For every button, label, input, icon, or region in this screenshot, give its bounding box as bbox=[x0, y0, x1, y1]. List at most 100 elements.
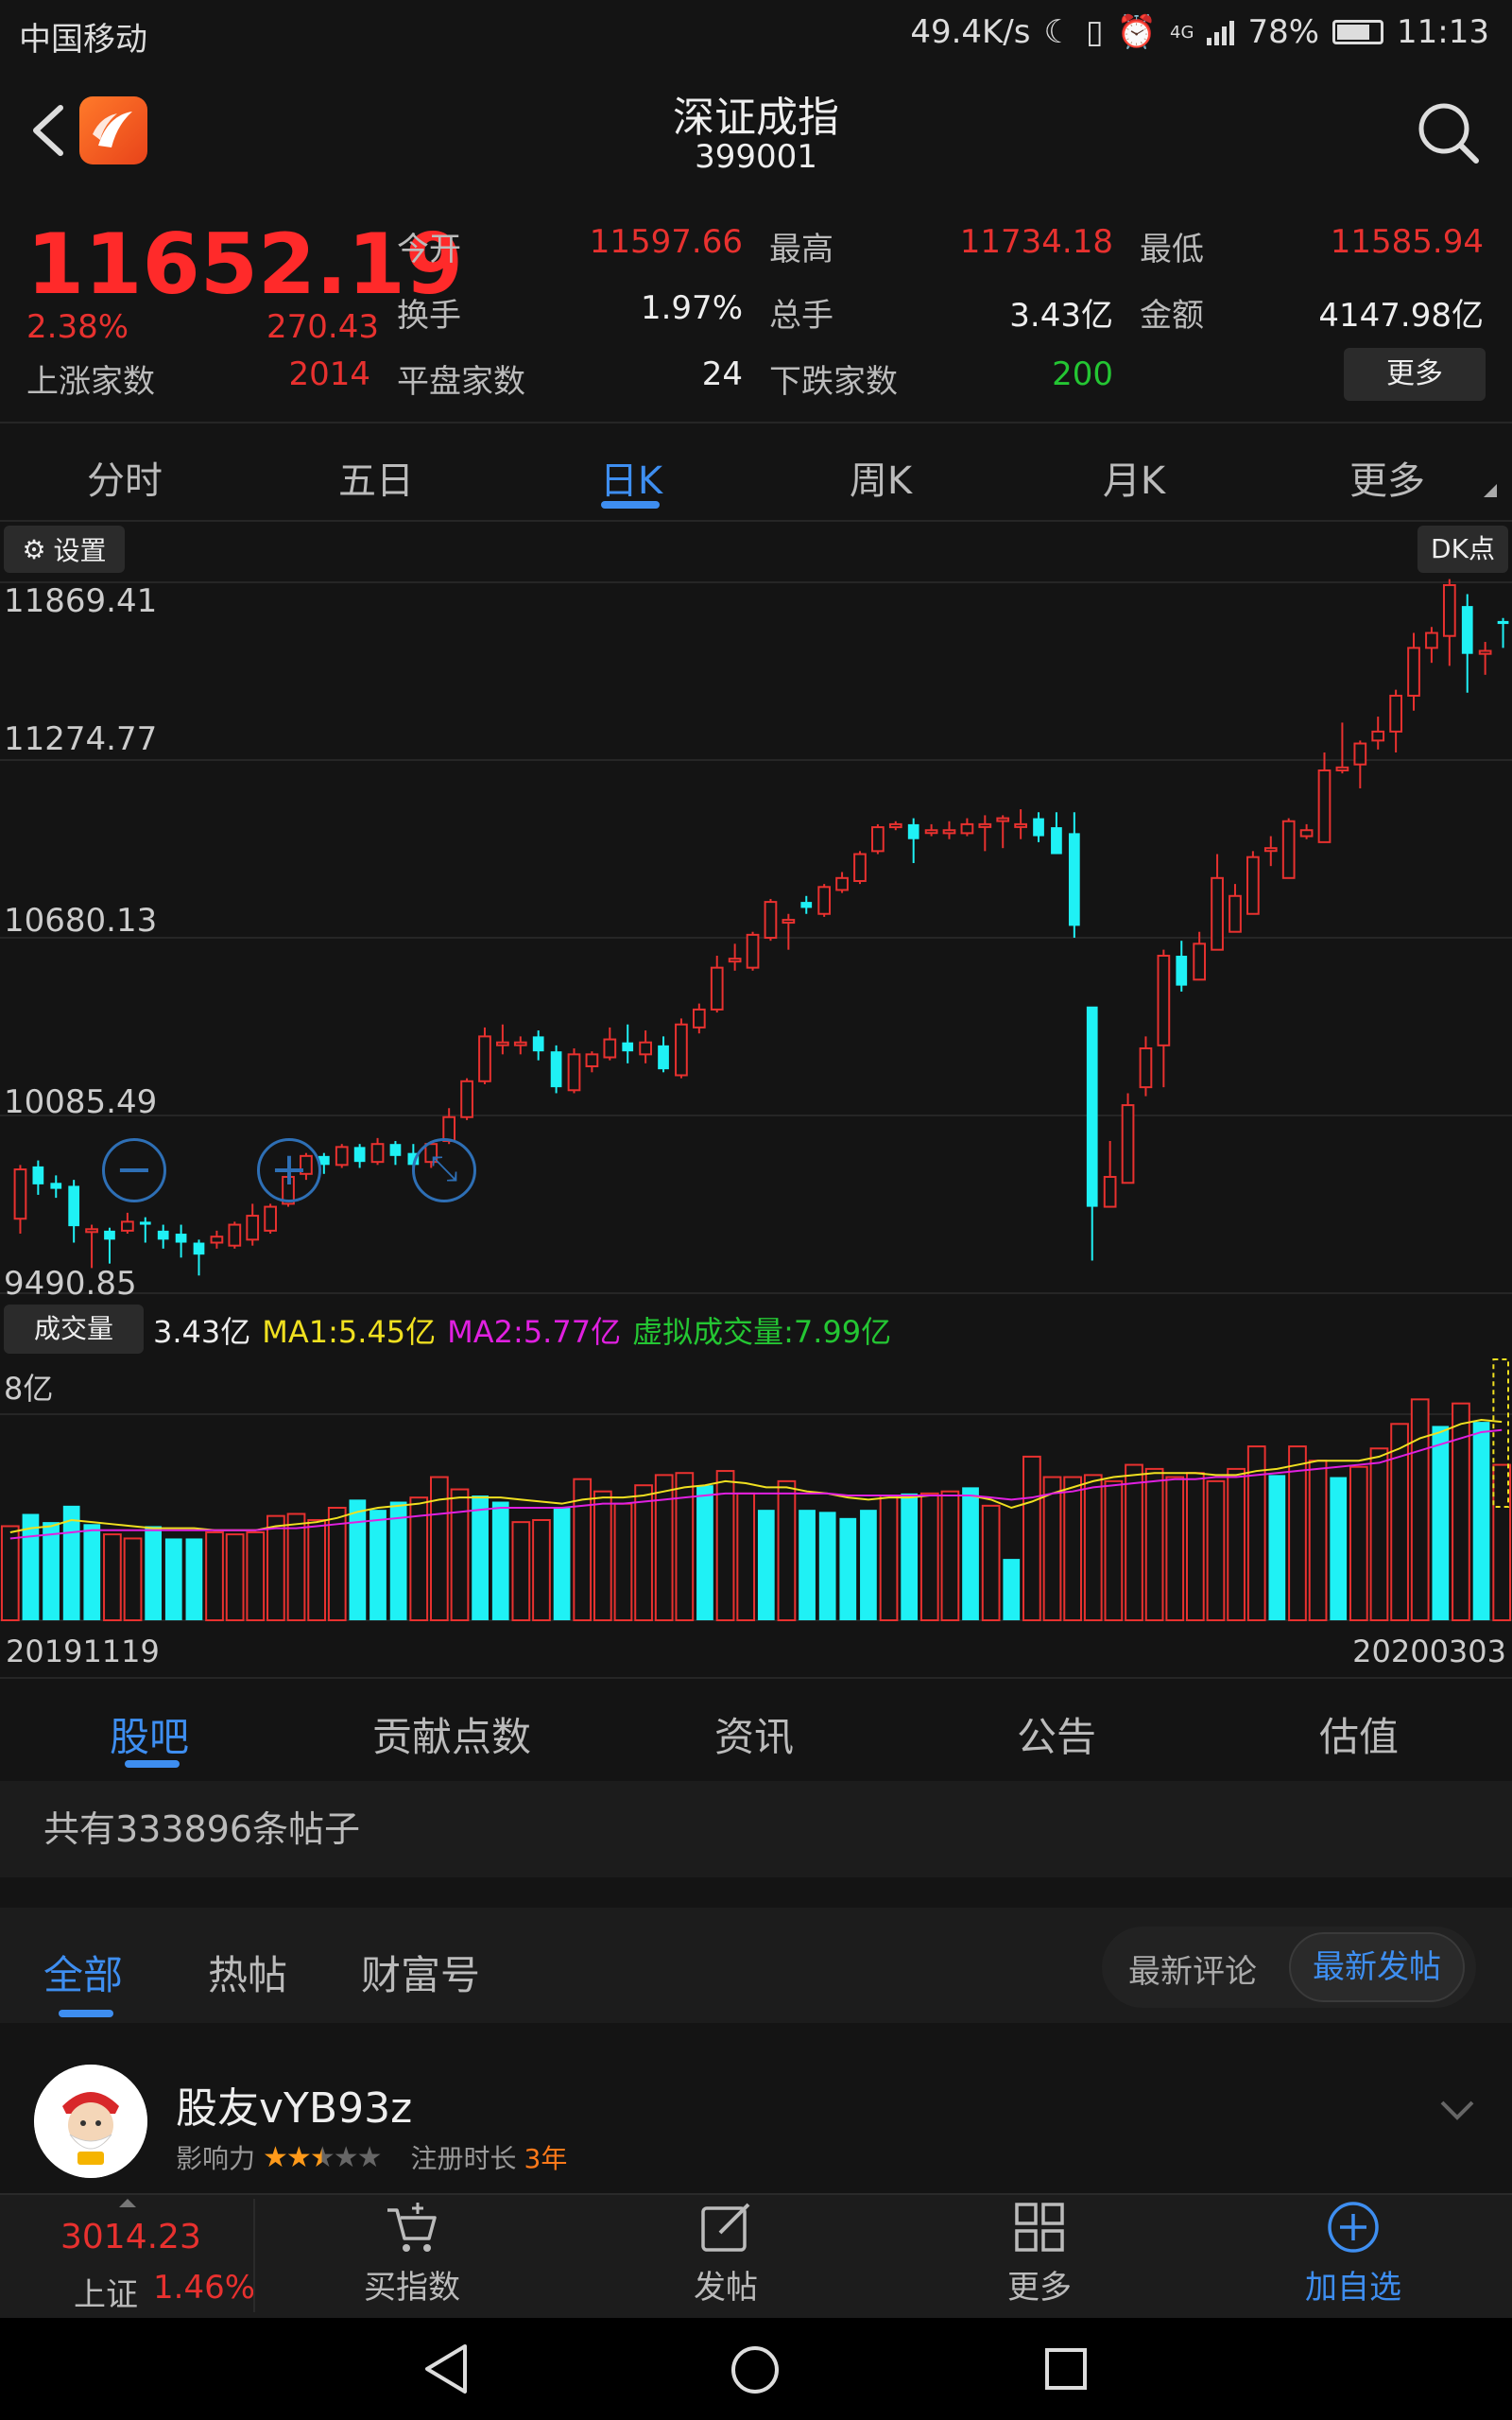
more-button[interactable]: 更多 bbox=[945, 2199, 1134, 2316]
candle bbox=[960, 818, 974, 837]
tab-announcement[interactable]: 公告 bbox=[962, 1705, 1151, 1763]
filter-all[interactable]: 全部 bbox=[43, 1944, 123, 2001]
new-post-button[interactable]: 发帖 bbox=[631, 2199, 820, 2316]
add-watchlist-button[interactable]: 加自选 bbox=[1259, 2199, 1448, 2316]
candle bbox=[746, 931, 760, 971]
sh-index-name[interactable]: 上证 bbox=[74, 2269, 138, 2315]
battery-percent: 78% bbox=[1247, 13, 1320, 51]
candle bbox=[1121, 1093, 1135, 1184]
caret-up-icon bbox=[119, 2199, 136, 2207]
candle bbox=[121, 1212, 134, 1235]
candle bbox=[1407, 632, 1420, 711]
candle bbox=[496, 1024, 509, 1055]
quote-more-button[interactable]: 更多 bbox=[1344, 348, 1486, 401]
candle bbox=[513, 1036, 527, 1055]
candle bbox=[353, 1144, 366, 1168]
candle bbox=[68, 1180, 80, 1243]
nav-recents-icon[interactable] bbox=[1043, 2346, 1089, 2392]
volume-bar bbox=[307, 1518, 326, 1621]
volume-chart[interactable] bbox=[0, 1357, 1512, 1624]
post-username[interactable]: 股友vYB93z bbox=[176, 2074, 412, 2135]
tab-five-day[interactable]: 五日 bbox=[301, 450, 452, 505]
search-icon[interactable] bbox=[1414, 98, 1482, 166]
candle bbox=[335, 1144, 349, 1168]
volume-indicator-button[interactable]: 成交量 bbox=[4, 1305, 144, 1354]
filter-wealth[interactable]: 财富号 bbox=[361, 1944, 480, 2001]
volume-bar bbox=[1369, 1447, 1389, 1621]
active-tab-indicator bbox=[601, 501, 660, 509]
sort-latest-post[interactable]: 最新发帖 bbox=[1289, 1932, 1465, 2002]
post-count: 共有333896条帖子 bbox=[0, 1781, 1512, 1877]
candle bbox=[1086, 1006, 1098, 1261]
candle bbox=[924, 823, 938, 837]
tab-more[interactable]: 更多 bbox=[1312, 450, 1463, 505]
cart-icon bbox=[387, 2203, 437, 2252]
candle bbox=[692, 1003, 706, 1034]
sort-latest-comment[interactable]: 最新评论 bbox=[1128, 1945, 1257, 1992]
candle bbox=[871, 823, 885, 855]
network-speed: 49.4K/s bbox=[910, 13, 1031, 51]
volume-bar bbox=[818, 1512, 836, 1620]
zoom-in-button[interactable]: + bbox=[257, 1138, 321, 1202]
filter-hot[interactable]: 热帖 bbox=[208, 1944, 287, 2001]
tab-daily-k[interactable]: 日K bbox=[556, 450, 707, 505]
volume-bar bbox=[369, 1510, 387, 1620]
low-value: 11585.94 bbox=[1330, 223, 1484, 261]
page-title: 深证成指 bbox=[673, 94, 839, 142]
edit-icon bbox=[701, 2203, 750, 2252]
x-end-label: 20200303 bbox=[1352, 1634, 1506, 1669]
candle bbox=[639, 1030, 652, 1063]
candle bbox=[658, 1036, 669, 1073]
candle bbox=[1014, 809, 1027, 839]
candle bbox=[1478, 642, 1492, 675]
volume-bar bbox=[1144, 1467, 1164, 1621]
volume-bar bbox=[654, 1474, 674, 1621]
candle bbox=[532, 1030, 544, 1061]
candle bbox=[389, 1141, 402, 1166]
dk-point-button[interactable]: DK点 bbox=[1418, 526, 1508, 573]
candle bbox=[246, 1203, 260, 1246]
chevron-down-icon[interactable] bbox=[1436, 2091, 1478, 2129]
nav-home-icon[interactable] bbox=[730, 2344, 781, 2395]
volume-bar bbox=[1186, 1472, 1205, 1621]
kline-chart[interactable] bbox=[0, 522, 1512, 1301]
candle bbox=[157, 1224, 169, 1249]
volume-bar bbox=[1308, 1460, 1328, 1622]
candle bbox=[835, 872, 849, 893]
tab-guba[interactable]: 股吧 bbox=[55, 1705, 244, 1763]
volume-bar bbox=[472, 1495, 489, 1620]
volume-bar bbox=[164, 1538, 182, 1620]
candle bbox=[1461, 594, 1473, 693]
tab-intraday[interactable]: 分时 bbox=[49, 450, 200, 505]
volume-bar bbox=[103, 1533, 122, 1621]
chart-settings-button[interactable]: ⚙ 设置 bbox=[4, 526, 125, 573]
tab-weekly-k[interactable]: 周K bbox=[805, 450, 956, 505]
tab-valuation[interactable]: 估值 bbox=[1264, 1705, 1453, 1763]
candle bbox=[942, 821, 956, 839]
candle bbox=[50, 1175, 62, 1199]
zoom-out-button[interactable]: − bbox=[102, 1138, 166, 1202]
volume-bar bbox=[1003, 1559, 1021, 1620]
grid-icon bbox=[1015, 2203, 1064, 2252]
nav-back-icon[interactable] bbox=[421, 2342, 471, 2395]
y-tick-label: 11869.41 bbox=[4, 582, 158, 620]
sh-index-pct[interactable]: 1.46% bbox=[153, 2269, 255, 2307]
avatar[interactable] bbox=[34, 2065, 147, 2178]
candle bbox=[1425, 627, 1438, 664]
buy-index-button[interactable]: 买指数 bbox=[318, 2199, 507, 2316]
influence-label: 影响力 bbox=[176, 2143, 256, 2174]
gear-icon: ⚙ bbox=[22, 533, 46, 565]
sh-index-price[interactable]: 3014.23 bbox=[60, 2218, 201, 2256]
tab-news[interactable]: 资讯 bbox=[660, 1705, 849, 1763]
tab-contribution[interactable]: 贡献点数 bbox=[357, 1705, 546, 1763]
expand-icon[interactable]: ⤡ bbox=[412, 1138, 476, 1202]
volume-bar bbox=[696, 1485, 713, 1620]
y-tick-label: 10680.13 bbox=[4, 902, 158, 940]
candle bbox=[1157, 949, 1171, 1088]
volume-max-label: 8亿 bbox=[4, 1371, 54, 1407]
active-tab-indicator bbox=[125, 1760, 180, 1768]
candle bbox=[728, 943, 742, 971]
candle bbox=[567, 1048, 581, 1094]
volume-bar bbox=[225, 1533, 245, 1621]
tab-monthly-k[interactable]: 月K bbox=[1058, 450, 1210, 505]
